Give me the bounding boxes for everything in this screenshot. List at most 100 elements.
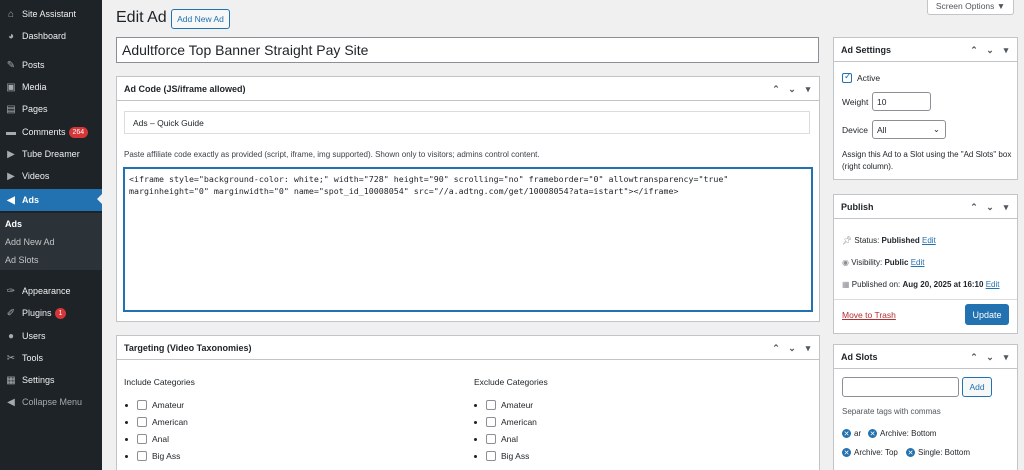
include-category-item[interactable]: Big Ass [125,451,180,461]
ad-settings-note: Assign this Ad to a Slot using the "Ad S… [842,150,1012,171]
ad-code-textarea[interactable]: <iframe style="background-color: white;"… [124,168,812,311]
sidebar-item-site-assistant[interactable]: ⌂ Site Assistant [0,4,102,24]
targeting-heading: Targeting (Video Taxonomies) [124,342,252,353]
sidebar-item-users[interactable]: ● Users [0,326,102,346]
plugin-icon: ✐ [6,307,16,319]
move-down-icon[interactable]: ⌄ [985,352,995,363]
exclude-category-item[interactable]: Anal [474,434,518,444]
exclude-category-item[interactable]: Amateur [474,400,533,410]
checkbox[interactable] [486,451,496,461]
edit-status-link[interactable]: Edit [922,236,936,245]
checkbox[interactable] [137,451,147,461]
move-up-icon[interactable]: ⌃ [969,45,979,56]
ad-code-box: Ad Code (JS/iframe allowed) ⌃ ⌄ ▾ Ads – Qu… [116,76,820,322]
ad-slots-box: Ad Slots ⌃ ⌄ ▾ Add Separate tags with comm… [833,344,1018,470]
sidebar-item-ads[interactable]: ◀ Ads [0,189,102,211]
ad-slot-tag-input[interactable] [842,377,959,397]
exclude-category-item[interactable]: Big Ass [474,451,529,461]
checkbox[interactable] [137,434,147,444]
edit-date-link[interactable]: Edit [986,280,1000,289]
toggle-panel-icon[interactable]: ▾ [1001,202,1011,213]
remove-tag-icon[interactable]: ✕ [868,429,877,438]
settings-icon: ▦ [6,374,16,386]
sidebar-item-tube-dreamer[interactable]: ▶ Tube Dreamer [0,144,102,164]
weight-input[interactable]: 10 [872,92,931,111]
add-slot-button[interactable]: Add [962,377,992,397]
user-icon: ● [7,330,15,342]
toggle-panel-icon[interactable]: ▾ [1001,352,1011,363]
sidebar-item-appearance[interactable]: ✑ Appearance [0,281,102,301]
active-checkbox[interactable] [842,71,852,83]
video-icon: ▶ [7,148,15,160]
exclude-category-item[interactable]: American [474,417,537,427]
collapse-menu-button[interactable]: ◀ Collapse Menu [0,392,102,412]
submenu-item-ad-slots[interactable]: Ad Slots [5,255,39,265]
toggle-panel-icon[interactable]: ▾ [1001,45,1011,56]
edit-visibility-link[interactable]: Edit [911,258,925,267]
move-up-icon[interactable]: ⌃ [969,202,979,213]
remove-tag-icon[interactable]: ✕ [842,448,851,457]
update-button[interactable]: Update [965,304,1009,325]
eye-icon: ◉ [842,258,849,267]
sidebar-item-videos[interactable]: ▶ Videos [0,166,102,186]
quick-guide-toggle[interactable]: Ads – Quick Guide [124,111,810,134]
checkbox[interactable] [486,417,496,427]
sidebar-item-dashboard[interactable]: ◕ Dashboard [0,26,102,46]
move-up-icon[interactable]: ⌃ [969,352,979,363]
toggle-panel-icon[interactable]: ▾ [803,84,813,95]
home-icon: ⌂ [7,8,15,20]
sidebar-item-tools[interactable]: ✂ Tools [0,348,102,368]
include-categories-title: Include Categories [124,377,195,387]
submenu-item-add-new-ad[interactable]: Add New Ad [5,237,55,247]
wrench-icon: ✂ [6,352,16,364]
sidebar-item-posts[interactable]: ✎ Posts [0,55,102,75]
toggle-panel-icon[interactable]: ▾ [803,343,813,354]
chevron-down-icon: ⌄ [932,124,940,134]
add-new-ad-button[interactable]: Add New Ad [171,9,230,29]
ads-submenu: Ads Add New Ad Ad Slots [0,213,102,270]
video-icon: ▶ [7,170,15,182]
page-title: Edit Ad [116,9,167,26]
admin-sidebar: ⌂ Site Assistant ◕ Dashboard ✎ Posts ▣ Media… [0,0,102,470]
pin-icon: 📌︎ [842,236,853,245]
comments-icon: ▬ [6,126,16,138]
move-down-icon[interactable]: ⌄ [787,343,797,354]
comments-count-badge: 264 [68,126,89,138]
sidebar-item-settings[interactable]: ▦ Settings [0,370,102,390]
move-to-trash-link[interactable]: Move to Trash [842,310,896,320]
checkbox[interactable] [486,400,496,410]
move-down-icon[interactable]: ⌄ [985,202,995,213]
calendar-icon: ▦ [842,280,850,289]
sidebar-item-plugins[interactable]: ✐ Plugins 1 [0,303,102,323]
post-title-input[interactable]: Adultforce Top Banner Straight Pay Site [116,37,819,63]
slot-tag: ✕ Single: Bottom [906,448,971,457]
checkbox[interactable] [486,434,496,444]
sidebar-item-pages[interactable]: ▤ Pages [0,99,102,119]
sidebar-item-comments[interactable]: ▬ Comments 264 [0,122,102,142]
active-checkbox-row[interactable]: Active [842,71,880,83]
device-select[interactable]: All ⌄ [872,120,946,139]
include-category-item[interactable]: American [125,417,188,427]
slot-tag: ✕ Archive: Top [842,448,898,457]
remove-tag-icon[interactable]: ✕ [906,448,915,457]
move-down-icon[interactable]: ⌄ [787,84,797,95]
device-label: Device [842,125,868,135]
remove-tag-icon[interactable]: ✕ [842,429,851,438]
ad-code-heading: Ad Code (JS/iframe allowed) [124,83,246,94]
targeting-box: Targeting (Video Taxonomies) ⌃ ⌄ ▾ Include… [116,335,820,470]
screen-options-button[interactable]: Screen Options ▼ [927,0,1014,15]
plugins-count-badge: 1 [54,307,67,319]
sidebar-item-media[interactable]: ▣ Media [0,77,102,97]
visibility-row: ◉ Visibility: Public Edit [842,258,925,267]
published-row: ▦ Published on: Aug 20, 2025 at 16:10 Ed… [842,280,1000,289]
move-up-icon[interactable]: ⌃ [771,343,781,354]
move-down-icon[interactable]: ⌄ [985,45,995,56]
status-row: 📌︎ Status: Published Edit [842,236,936,245]
pages-icon: ▤ [6,103,16,115]
checkbox[interactable] [137,417,147,427]
include-category-item[interactable]: Anal [125,434,169,444]
move-up-icon[interactable]: ⌃ [771,84,781,95]
include-category-item[interactable]: Amateur [125,400,184,410]
submenu-item-ads[interactable]: Ads [5,219,22,229]
checkbox[interactable] [137,400,147,410]
